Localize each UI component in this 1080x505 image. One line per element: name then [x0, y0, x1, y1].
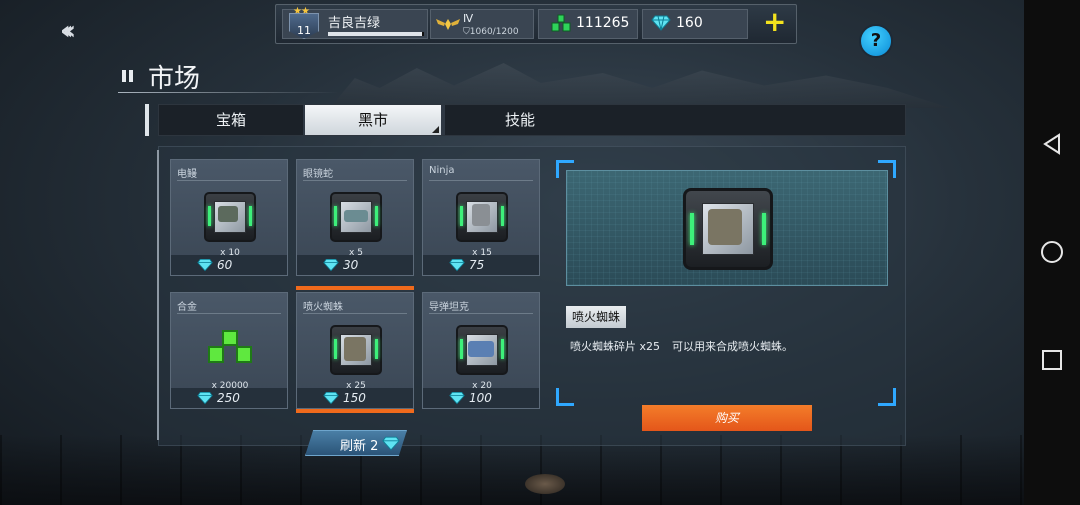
tab-corner-icon [432, 126, 439, 133]
robot-crate-icon [330, 325, 382, 375]
refresh-label: 刷新 2 [340, 439, 379, 454]
gem-icon [449, 259, 465, 272]
item-card-alloy[interactable]: 合金 x 20000 250 [170, 292, 288, 409]
league-points-value: 1060/1200 [469, 27, 519, 37]
title-bars-icon [122, 70, 133, 82]
item-price: 150 [343, 391, 366, 405]
item-price: 100 [469, 391, 492, 405]
background-skyline [330, 63, 950, 108]
item-card-eel[interactable]: 电鳗 x 10 60 [170, 159, 288, 276]
tab-skills[interactable]: 技能 [445, 105, 595, 135]
detail-fragments: 喷火蜘蛛碎片 x25 [570, 340, 661, 353]
wings-rank-icon [436, 15, 460, 38]
selection-marker [296, 409, 414, 413]
gem-icon [197, 392, 213, 405]
item-name: 眼镜蛇 [303, 169, 333, 180]
frame-corner [556, 388, 574, 406]
detail-use: 可以用来合成喷火蜘蛛。 [672, 340, 794, 353]
item-price: 30 [343, 258, 359, 272]
item-price: 75 [469, 258, 485, 272]
buy-button[interactable]: 购买 [642, 405, 812, 431]
item-name: 喷火蜘蛛 [303, 302, 343, 313]
item-name: 导弹坦克 [429, 302, 469, 313]
item-price: 60 [217, 258, 233, 272]
system-nav-bar [1024, 0, 1080, 505]
top-resource-bar: ★★ 11 吉良吉绿 Ⅳ ⛉1060/1200 111265 160 + [275, 4, 797, 44]
price-bar: 250 [171, 388, 287, 408]
league-tier: Ⅳ [463, 12, 474, 25]
league-points: ⛉1060/1200 [463, 27, 519, 37]
double-chevron-left-icon: ‹‹‹ [60, 16, 76, 46]
item-name: 合金 [177, 302, 197, 313]
price-bar: 60 [171, 255, 287, 275]
price-bar: 75 [423, 255, 539, 275]
price-bar: 30 [297, 255, 413, 275]
tab-black-market-label: 黑市 [357, 111, 388, 129]
robot-crate-icon [330, 192, 382, 242]
tabs-left-accent [145, 104, 149, 136]
robot-crate-icon [683, 188, 773, 270]
item-name: 电鳗 [177, 169, 197, 180]
frame-corner [878, 388, 896, 406]
recents-square-icon[interactable] [1040, 348, 1064, 372]
alloy-amount: 111265 [576, 15, 630, 31]
item-card-cobra[interactable]: 眼镜蛇 x 5 30 [296, 159, 414, 276]
divider [303, 180, 407, 181]
help-button[interactable]: ? [859, 24, 893, 58]
price-bar: 100 [423, 388, 539, 408]
scrollbar[interactable] [157, 150, 159, 440]
rank-level: 11 [297, 24, 311, 37]
divider [303, 313, 407, 314]
item-card-ninja[interactable]: Ninja x 15 75 [422, 159, 540, 276]
title-underline [118, 92, 338, 93]
gem-icon [323, 259, 339, 272]
detail-description: 喷火蜘蛛碎片 x25 可以用来合成喷火蜘蛛。 [570, 338, 793, 354]
robot-crate-icon [456, 192, 508, 242]
back-button[interactable]: ‹‹‹ [60, 16, 76, 46]
ground-debris [525, 474, 565, 494]
alloy-icon [551, 14, 571, 32]
item-card-fire-spider[interactable]: 喷火蜘蛛 x 25 150 [296, 292, 414, 409]
divider [177, 313, 281, 314]
selection-marker [296, 286, 414, 290]
gems-amount: 160 [676, 15, 703, 31]
gem-icon [449, 392, 465, 405]
item-price: 250 [217, 391, 240, 405]
page-title: 市场 [148, 64, 201, 94]
refresh-button[interactable]: 刷新 2 [305, 430, 407, 456]
alloy-icon [208, 330, 252, 363]
tab-bar: 宝箱 黑市 技能 [158, 104, 906, 136]
gem-icon [651, 15, 671, 31]
divider [429, 180, 533, 181]
home-circle-icon[interactable] [1040, 240, 1064, 264]
robot-crate-icon [204, 192, 256, 242]
divider [429, 313, 533, 314]
add-currency-button[interactable]: + [763, 7, 786, 37]
detail-item-name: 喷火蜘蛛 [566, 306, 627, 328]
player-name: 吉良吉绿 [328, 16, 381, 31]
gem-icon [197, 259, 213, 272]
robot-crate-icon [456, 325, 508, 375]
xp-bar-fill [328, 32, 423, 36]
trophy-icon: ⛉ [463, 27, 470, 37]
price-bar: 150 [297, 388, 413, 408]
item-card-missile-tank[interactable]: 导弹坦克 x 20 100 [422, 292, 540, 409]
tab-black-market[interactable]: 黑市 [305, 105, 441, 135]
xp-bar [328, 32, 424, 36]
gem-icon [323, 392, 339, 405]
item-name: Ninja [429, 165, 455, 176]
gem-icon [382, 436, 400, 451]
divider [177, 180, 281, 181]
back-triangle-icon[interactable] [1040, 132, 1064, 156]
tab-chests[interactable]: 宝箱 [159, 105, 303, 135]
